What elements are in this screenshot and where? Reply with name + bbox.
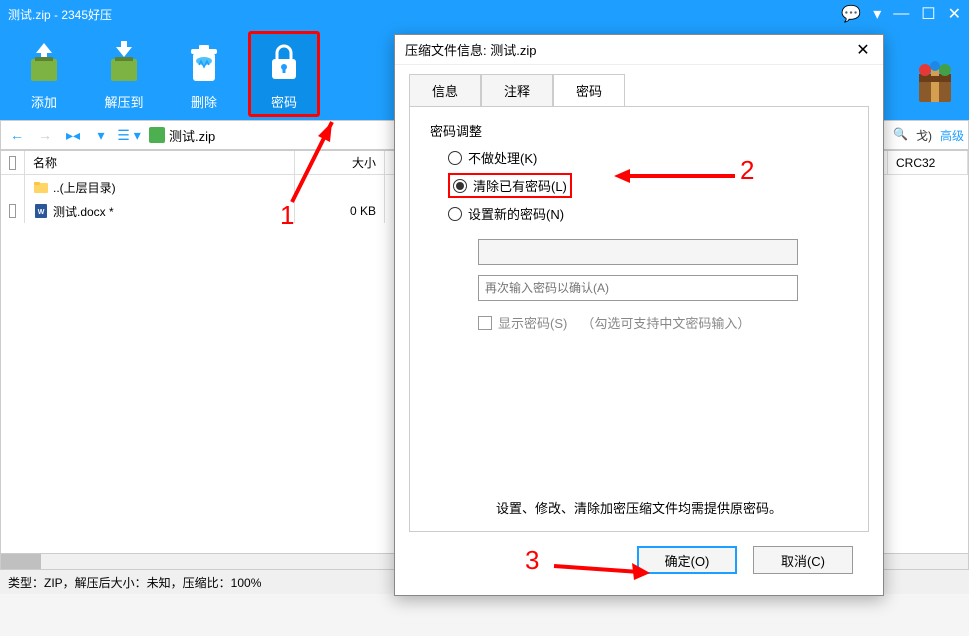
col-checkbox[interactable] [1, 151, 25, 174]
dialog-note: 设置、修改、清除加密压缩文件均需提供原密码。 [410, 498, 868, 517]
status-left: 类型：ZIP，解压后大小：未知，压缩比：100% [8, 574, 261, 591]
path-text: 测试.zip [169, 126, 215, 145]
password-confirm-input[interactable] [478, 275, 798, 301]
dialog-buttons: 确定(O) 取消(C) [395, 532, 883, 588]
radio-icon [448, 151, 462, 165]
tab-password[interactable]: 密码 [553, 74, 625, 107]
folder-icon [33, 179, 49, 195]
password-label: 密码 [271, 92, 297, 111]
maximize-icon[interactable]: ☐ [921, 4, 935, 24]
col-name[interactable]: 名称 [25, 151, 295, 174]
extract-label: 解压到 [104, 92, 143, 111]
col-size[interactable]: 大小 [295, 151, 385, 174]
tab-comment[interactable]: 注释 [481, 74, 553, 107]
radio-icon [448, 207, 462, 221]
dialog-title: 压缩文件信息: 测试.zip [405, 40, 853, 59]
radio-set-password[interactable]: 设置新的密码(N) [448, 204, 848, 223]
row-size: 0 KB [295, 199, 385, 223]
add-label: 添加 [31, 92, 57, 111]
close-icon[interactable]: ✕ [948, 4, 961, 24]
extract-icon [100, 38, 148, 86]
titlebar: 测试.zip - 2345好压 💬 ▾ — ☐ ✕ [0, 0, 969, 28]
chat-icon[interactable]: 💬 [841, 4, 861, 24]
archive-decor-icon [911, 58, 959, 111]
row-name: ..(上层目录) [53, 179, 116, 196]
radio-no-change[interactable]: 不做处理(K) [448, 148, 848, 167]
nav-forward-button[interactable]: → [33, 124, 57, 146]
radio-clear-password[interactable]: 清除已有密码(L) [448, 173, 572, 198]
row-size [295, 175, 385, 199]
dialog-body: 密码调整 不做处理(K) 清除已有密码(L) 设置新的密码(N) 显示密码(S)… [409, 106, 869, 532]
window-controls: 💬 ▾ — ☐ ✕ [841, 4, 961, 24]
addr-r1[interactable]: 戈) [916, 127, 932, 144]
extract-button[interactable]: 解压到 [88, 31, 160, 117]
dialog-tabs: 信息 注释 密码 [395, 65, 883, 106]
view-list-button[interactable]: ☰ ▾ [117, 124, 141, 146]
show-password-checkbox[interactable]: 显示密码(S) （勾选可支持中文密码输入） [478, 313, 848, 332]
add-icon [20, 38, 68, 86]
radio-label: 设置新的密码(N) [468, 204, 564, 223]
checkbox-hint: （勾选可支持中文密码输入） [581, 313, 750, 332]
row-name: 测试.docx * [53, 203, 114, 220]
window-title: 测试.zip - 2345好压 [8, 6, 841, 23]
search-icon[interactable]: 🔍 [893, 127, 908, 144]
addr-r2[interactable]: 高级 [940, 127, 964, 144]
col-crc[interactable]: CRC32 [888, 151, 968, 174]
scroll-thumb[interactable] [1, 554, 41, 569]
add-button[interactable]: 添加 [8, 31, 80, 117]
ok-button[interactable]: 确定(O) [637, 546, 737, 574]
password-button[interactable]: 密码 [248, 31, 320, 117]
nav-dropdown-button[interactable]: ▾ [89, 124, 113, 146]
address-right: 🔍 戈) 高级 [893, 127, 964, 144]
fieldset-label: 密码调整 [430, 121, 848, 140]
minimize-icon[interactable]: — [893, 5, 909, 23]
archive-file-icon [149, 127, 165, 143]
nav-back-button[interactable]: ← [5, 124, 29, 146]
dropdown-icon[interactable]: ▾ [873, 4, 881, 24]
dialog-close-button[interactable]: ✕ [853, 40, 873, 60]
svg-text:W: W [38, 209, 45, 216]
tab-info[interactable]: 信息 [409, 74, 481, 107]
nav-up-button[interactable]: ▸◂ [61, 124, 85, 146]
archive-info-dialog: 压缩文件信息: 测试.zip ✕ 信息 注释 密码 密码调整 不做处理(K) 清… [394, 34, 884, 596]
dialog-titlebar: 压缩文件信息: 测试.zip ✕ [395, 35, 883, 65]
checkbox-label: 显示密码(S) [498, 313, 567, 332]
radio-label: 不做处理(K) [468, 148, 537, 167]
delete-label: 删除 [191, 92, 217, 111]
checkbox-icon [478, 316, 492, 330]
radio-icon [453, 179, 467, 193]
lock-icon [260, 38, 308, 86]
cancel-button[interactable]: 取消(C) [753, 546, 853, 574]
password-input[interactable] [478, 239, 798, 265]
delete-button[interactable]: 删除 [168, 31, 240, 117]
radio-label: 清除已有密码(L) [473, 176, 567, 195]
trash-icon [180, 38, 228, 86]
docx-icon: W [33, 203, 49, 219]
